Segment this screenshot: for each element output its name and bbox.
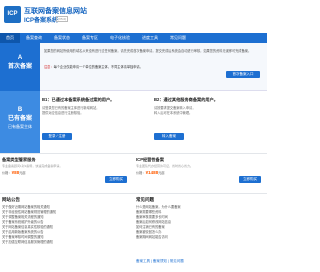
card-b2-button[interactable]: 转入备案 <box>154 133 184 140</box>
product2-price-unit: 元起 <box>158 171 165 175</box>
product-card-1: 备案类型管家服务 专业备案顾问1对1指导，快速完成备案申请。 价格：¥88元起 … <box>2 157 130 191</box>
nav-verify[interactable]: 电子化核验 <box>104 33 136 43</box>
existing-filing-panel: B1：已通过本备案系统备过案的用户。 请登录您已有的备案主体进行新增网站， 提供… <box>40 91 267 153</box>
nav-home[interactable]: 首页 <box>0 33 20 43</box>
note-text: 每个企业仅能申请一个单位的备案主体，不同主体请单独申请。 <box>53 65 143 69</box>
card-b1-line2: 提供对应信息进行注册核验。 <box>42 111 84 115</box>
help-title: 常见问题 <box>136 197 154 202</box>
products-section: 备案类型管家服务 专业备案顾问1对1指导，快速完成备案申请。 价格：¥88元起 … <box>0 153 267 193</box>
product2-desc: 专业团队代办经营许可证，省时省心省力。 <box>136 164 194 168</box>
nav-query[interactable]: 备案查询 <box>20 33 48 43</box>
first-filing-button[interactable]: 首次备案入口 <box>226 71 260 78</box>
news-column: 网站公告 关于做好近期网站备案的相关通知 关于非经营性网站备案规范管理的通知 关… <box>2 197 130 245</box>
product1-desc: 专业备案顾问1对1指导，快速完成备案申请。 <box>2 164 63 168</box>
first-filing-panel: 如果您的网站所使用的域名从来没有进行过任何备案，请先完成首次备案申请。提交完成后… <box>40 43 267 91</box>
product-card-2: ICP经营性备案 专业团队代办经营许可证，省时省心省力。 价格：¥1488元起 … <box>136 157 264 191</box>
card-b1: B1：已通过本备案系统备过案的用户。 请登录您已有的备案主体进行新增网站， 提供… <box>42 97 154 149</box>
help-links[interactable]: 备案工具 | 备案须知 | 常见问题 <box>136 259 184 264</box>
logo-icon[interactable]: ICP <box>4 6 21 23</box>
step-first-filing[interactable]: A 首次备案 <box>0 43 40 91</box>
product1-price: 价格：¥88元起 <box>2 170 130 175</box>
site-subtitle: ICP备案系统 <box>24 18 59 24</box>
step1-title: 首次备案 <box>7 64 32 70</box>
product2-price: 价格：¥1488元起 <box>136 170 264 175</box>
step2-title: 已有备案 <box>7 116 32 122</box>
product1-price-label: 价格： <box>2 171 12 175</box>
version-badge: (V5.0) <box>56 16 69 22</box>
nav-faq[interactable]: 常见问题 <box>164 33 192 43</box>
nav-tools[interactable]: 进度工具 <box>136 33 164 43</box>
product1-buy-button[interactable]: 立即购买 <box>105 176 127 183</box>
steps-column: A 首次备案 B 已有备案 已有备案主体 <box>0 43 40 153</box>
card-b2: B2：通过其他服务商备案的用户。 请按要求提交备案转入申请， 转入后可在本系统中… <box>154 97 266 149</box>
header: ICP 互联网备案信息网站 ICP备案系统 (V5.0) <box>0 0 267 33</box>
product2-buy-button[interactable]: 立即购买 <box>239 176 261 183</box>
nav-zone[interactable]: 备案专区 <box>76 33 104 43</box>
product2-price-value: ¥1488 <box>145 170 159 175</box>
help-column: 常见问题 什么是网站备案，为什么要备案 备案需要哪些资料 备案审核需要多长时间 … <box>136 197 264 269</box>
product1-price-unit: 元起 <box>19 171 26 175</box>
step2-sub: 已有备案主体 <box>8 124 32 129</box>
card-b2-line2: 转入后可在本系统中管理。 <box>154 111 193 115</box>
card-b1-title: B1：已通过本备案系统备过案的用户。 <box>42 97 115 102</box>
product1-title: 备案类型管家服务 <box>2 157 36 162</box>
card-b1-button[interactable]: 登录 / 注册 <box>42 133 72 140</box>
product1-price-value: ¥88 <box>11 170 20 175</box>
product2-price-label: 价格： <box>136 171 146 175</box>
first-filing-note: 注意：每个企业仅能申请一个单位的备案主体，不同主体请单独申请。 <box>44 64 143 69</box>
help-item[interactable]: 备案期间网站能否访问 <box>136 235 264 240</box>
news-title: 网站公告 <box>2 197 20 202</box>
card-b2-title: B2：通过其他服务商备案的用户。 <box>154 97 218 102</box>
main-nav: 首页 备案查询 备案状态 备案专区 电子化核验 进度工具 常见问题 <box>0 33 267 43</box>
news-help-section: 网站公告 关于做好近期网站备案的相关通知 关于非经营性网站备案规范管理的通知 关… <box>0 193 267 272</box>
note-prefix: 注意： <box>44 65 54 69</box>
news-item[interactable]: 关于加强互联网信息服务管理的通知 <box>2 240 130 245</box>
first-filing-intro: 如果您的网站所使用的域名从来没有进行过任何备案，请先完成首次备案申请。提交完成后… <box>44 49 252 53</box>
product2-title: ICP经营性备案 <box>136 157 164 162</box>
step-existing-filing[interactable]: B 已有备案 已有备案主体 <box>0 91 40 153</box>
nav-status[interactable]: 备案状态 <box>48 33 76 43</box>
